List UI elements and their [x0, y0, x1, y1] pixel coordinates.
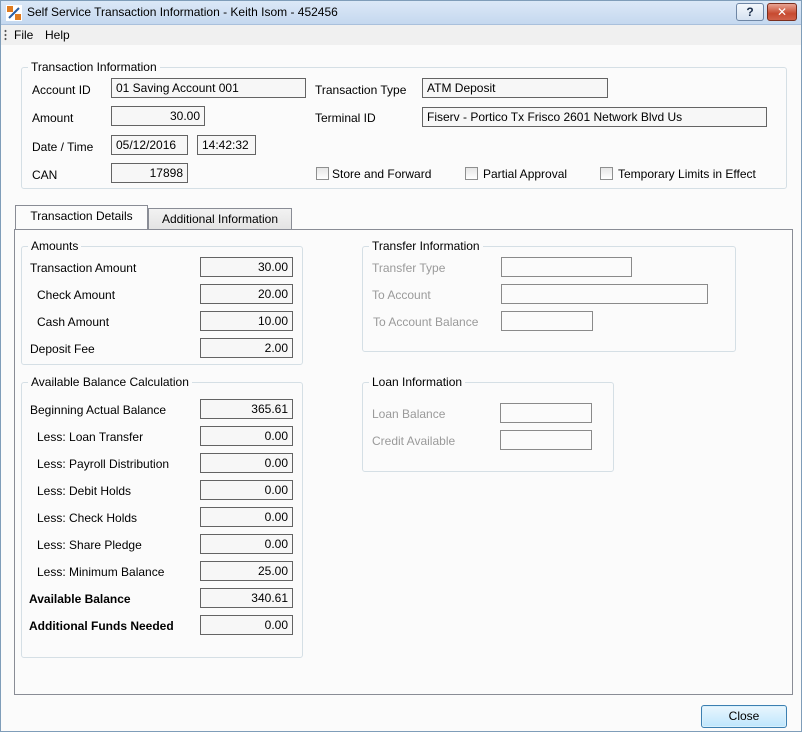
to-account-balance-field[interactable] — [501, 311, 593, 331]
temp-limits-label: Temporary Limits in Effect — [618, 167, 756, 181]
loan-balance-field[interactable] — [500, 403, 592, 423]
partial-approval-checkbox[interactable] — [465, 167, 478, 180]
additional-funds-field[interactable]: 0.00 — [200, 615, 293, 635]
debit-holds-label: Less: Debit Holds — [37, 484, 132, 498]
check-holds-field[interactable]: 0.00 — [200, 507, 293, 527]
credit-available-field[interactable] — [500, 430, 592, 450]
payroll-distribution-field[interactable]: 0.00 — [200, 453, 293, 473]
minimum-balance-label: Less: Minimum Balance — [37, 565, 165, 579]
beginning-balance-label: Beginning Actual Balance — [30, 403, 167, 417]
tab-additional-information[interactable]: Additional Information — [148, 208, 292, 230]
beginning-balance-field[interactable]: 365.61 — [200, 399, 293, 419]
loan-information-group: Loan Information — [362, 375, 614, 472]
time-field[interactable]: 14:42:32 — [197, 135, 256, 155]
check-amount-label: Check Amount — [37, 288, 116, 302]
window-close-button[interactable]: ✕ — [767, 3, 797, 21]
check-holds-label: Less: Check Holds — [37, 511, 138, 525]
transfer-type-label: Transfer Type — [372, 261, 446, 275]
amount-label: Amount — [32, 111, 74, 125]
group-title: Transaction Information — [28, 60, 160, 74]
group-title: Amounts — [28, 239, 82, 253]
terminal-id-field[interactable]: Fiserv - Portico Tx Frisco 2601 Network … — [422, 107, 767, 127]
window-title: Self Service Transaction Information - K… — [27, 5, 338, 19]
deposit-fee-label: Deposit Fee — [30, 342, 95, 356]
share-pledge-label: Less: Share Pledge — [37, 538, 142, 552]
terminal-id-label: Terminal ID — [315, 111, 376, 125]
store-forward-label: Store and Forward — [332, 167, 432, 181]
to-account-label: To Account — [372, 288, 431, 302]
transaction-amount-label: Transaction Amount — [30, 261, 137, 275]
payroll-distribution-label: Less: Payroll Distribution — [37, 457, 170, 471]
deposit-fee-field[interactable]: 2.00 — [200, 338, 293, 358]
account-id-field[interactable]: 01 Saving Account 001 — [111, 78, 306, 98]
can-field[interactable]: 17898 — [111, 163, 188, 183]
transfer-type-field[interactable] — [501, 257, 632, 277]
transaction-amount-field[interactable]: 30.00 — [200, 257, 293, 277]
partial-approval-label: Partial Approval — [483, 167, 568, 181]
to-account-field[interactable] — [501, 284, 708, 304]
date-field[interactable]: 05/12/2016 — [111, 135, 188, 155]
group-title: Available Balance Calculation — [28, 375, 192, 389]
cash-amount-label: Cash Amount — [37, 315, 110, 329]
available-balance-field[interactable]: 340.61 — [200, 588, 293, 608]
group-title: Loan Information — [369, 375, 466, 389]
store-forward-checkbox[interactable] — [316, 167, 329, 180]
menu-file[interactable]: File — [14, 28, 33, 42]
transaction-type-label: Transaction Type — [315, 83, 407, 97]
minimum-balance-field[interactable]: 25.00 — [200, 561, 293, 581]
debit-holds-field[interactable]: 0.00 — [200, 480, 293, 500]
loan-transfer-label: Less: Loan Transfer — [37, 430, 144, 444]
app-icon — [6, 5, 22, 21]
grip-icon — [4, 29, 7, 41]
title-bar[interactable]: Self Service Transaction Information - K… — [1, 1, 801, 25]
cash-amount-field[interactable]: 10.00 — [200, 311, 293, 331]
account-id-label: Account ID — [32, 83, 91, 97]
menu-help[interactable]: Help — [45, 28, 70, 42]
can-label: CAN — [32, 168, 58, 182]
group-title: Transfer Information — [369, 239, 483, 253]
transaction-type-field[interactable]: ATM Deposit — [422, 78, 608, 98]
datetime-label: Date / Time — [32, 140, 94, 154]
amount-field[interactable]: 30.00 — [111, 106, 205, 126]
additional-funds-label: Additional Funds Needed — [29, 619, 174, 633]
temp-limits-checkbox[interactable] — [600, 167, 613, 180]
close-button[interactable]: Close — [701, 705, 787, 728]
menu-bar: File Help — [1, 25, 801, 45]
dialog-window: Self Service Transaction Information - K… — [0, 0, 802, 732]
check-amount-field[interactable]: 20.00 — [200, 284, 293, 304]
available-balance-label: Available Balance — [29, 592, 131, 606]
tab-transaction-details[interactable]: Transaction Details — [15, 205, 148, 229]
share-pledge-field[interactable]: 0.00 — [200, 534, 293, 554]
help-button[interactable]: ? — [736, 3, 764, 21]
to-account-balance-label: To Account Balance — [373, 315, 479, 329]
loan-transfer-field[interactable]: 0.00 — [200, 426, 293, 446]
credit-available-label: Credit Available — [372, 434, 456, 448]
loan-balance-label: Loan Balance — [372, 407, 446, 421]
